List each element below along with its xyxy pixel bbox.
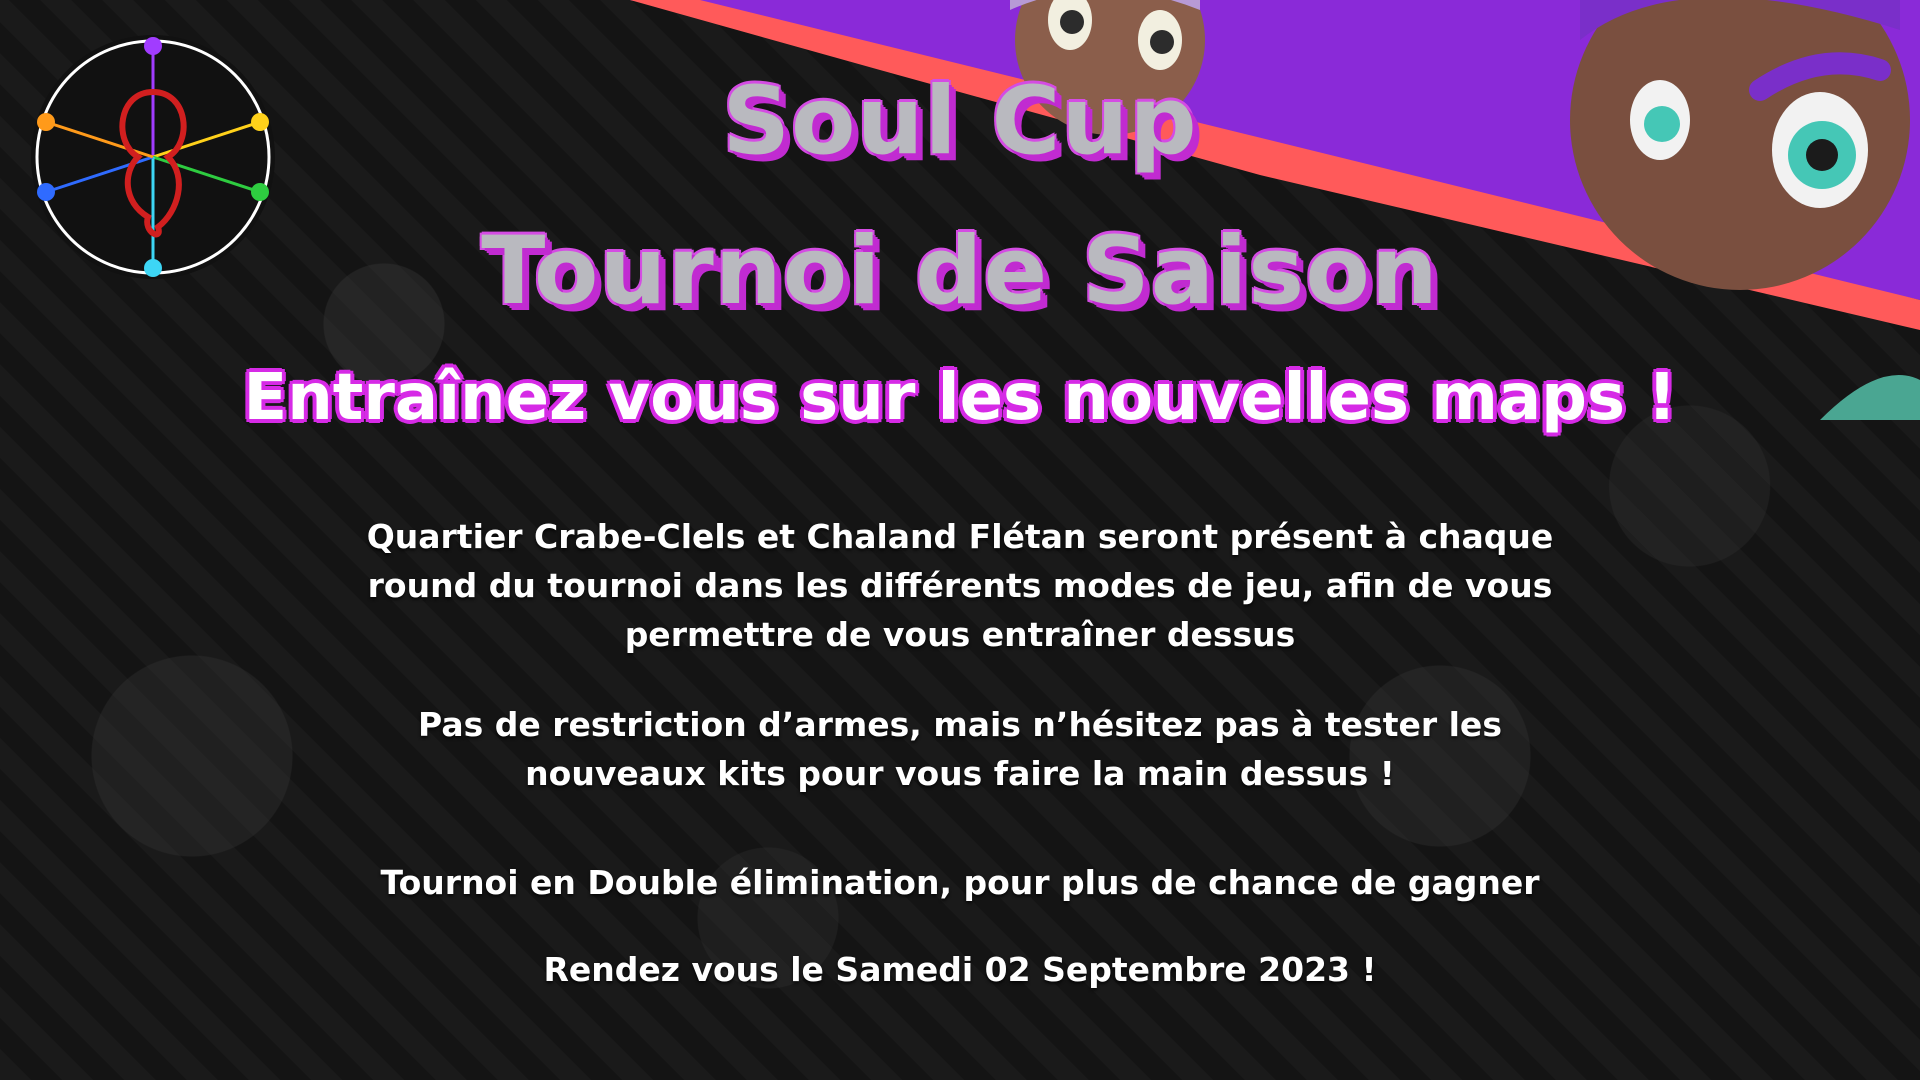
title-line-2: Tournoi de Saison — [481, 217, 1439, 326]
weapons-line-2: nouveaux kits pour vous faire la main de… — [525, 754, 1395, 793]
maps-line-1: Quartier Crabe-Clels et Chaland Flétan s… — [366, 517, 1554, 556]
title-line-1: Soul Cup — [722, 67, 1198, 176]
maps-line-2: round du tournoi dans les différents mod… — [367, 566, 1553, 605]
subtitle: Entraînez vous sur les nouvelles maps ! — [243, 361, 1677, 435]
date-text: Rendez vous le Samedi 02 Septembre 2023 … — [543, 950, 1377, 989]
banner-artwork — [630, 0, 1920, 420]
weapons-paragraph: Pas de restriction d’armes, mais n’hésit… — [0, 700, 1920, 798]
format-text: Tournoi en Double élimination, pour plus… — [380, 863, 1540, 902]
maps-paragraph: Quartier Crabe-Clels et Chaland Flétan s… — [0, 512, 1920, 659]
weapons-line-1: Pas de restriction d’armes, mais n’hésit… — [418, 705, 1502, 744]
maps-line-3: permettre de vous entraîner dessus — [624, 615, 1296, 654]
